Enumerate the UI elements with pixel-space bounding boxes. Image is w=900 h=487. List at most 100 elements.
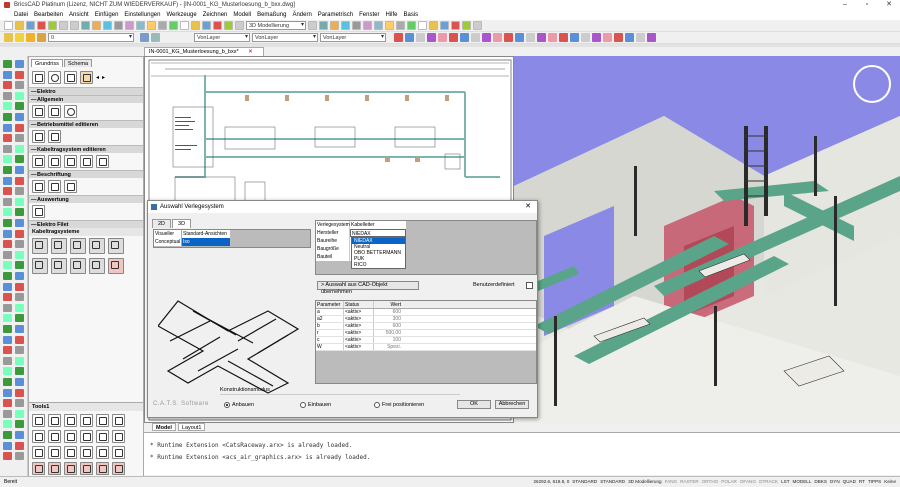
- move-device-icon[interactable]: [48, 130, 61, 143]
- toolbar-tool-icon[interactable]: [103, 21, 112, 30]
- toolbar-tool-icon[interactable]: [224, 21, 233, 30]
- section-beschriftung[interactable]: Beschriftung: [29, 170, 143, 179]
- a-icon[interactable]: [64, 70, 77, 84]
- toolbar-tool-icon[interactable]: [308, 21, 317, 30]
- snap-tool-icon[interactable]: [493, 33, 502, 42]
- toolbar-tool-icon[interactable]: [4, 21, 13, 30]
- draw-tool-icon[interactable]: [15, 208, 24, 217]
- status-item[interactable]: DYN: [830, 477, 840, 487]
- draw-tool-icon[interactable]: [3, 282, 12, 291]
- command-line[interactable]: * Runtime Extension <CatsRaceway.arx> is…: [144, 432, 900, 475]
- draw-tool-icon[interactable]: [3, 409, 12, 418]
- tab-layout1[interactable]: Layout1: [177, 423, 206, 431]
- tool1-icon[interactable]: [32, 462, 45, 475]
- snap-tool-icon[interactable]: [427, 33, 436, 42]
- pick-from-cad-button[interactable]: > Auswahl aus CAD-Objekt übernehmen: [317, 281, 419, 295]
- tool1-icon[interactable]: [96, 446, 109, 459]
- snap-tool-icon[interactable]: [504, 33, 513, 42]
- status-item[interactable]: MODELL: [793, 477, 812, 487]
- draw-tool-icon[interactable]: [3, 240, 12, 249]
- snap-tool-icon[interactable]: [416, 33, 425, 42]
- draw-tool-icon[interactable]: [15, 229, 24, 238]
- snap-tool-icon[interactable]: [592, 33, 601, 42]
- toolbar-tool-icon[interactable]: [37, 21, 46, 30]
- draw-tool-icon[interactable]: [3, 102, 12, 111]
- draw-tool-icon[interactable]: [3, 208, 12, 217]
- draw-tool-icon[interactable]: [3, 420, 12, 429]
- edit-icon[interactable]: [80, 70, 93, 84]
- snap-tool-icon[interactable]: [405, 33, 414, 42]
- layer-state-icon[interactable]: [151, 33, 160, 42]
- chevron-right-icon[interactable]: ▸: [102, 74, 105, 81]
- snap-tool-icon[interactable]: [438, 33, 447, 42]
- close-icon[interactable]: ✕: [248, 49, 253, 55]
- snap-tool-icon[interactable]: [537, 33, 546, 42]
- tab-model[interactable]: Model: [152, 423, 176, 431]
- param-value[interactable]: Spezi.: [374, 344, 402, 350]
- draw-tool-icon[interactable]: [3, 166, 12, 174]
- group-elektro[interactable]: Elektro: [29, 87, 143, 96]
- lock-icon[interactable]: [37, 33, 46, 42]
- draw-tool-icon[interactable]: [15, 166, 24, 174]
- menu-hilfe[interactable]: Hilfe: [385, 12, 397, 18]
- section-betriebsmittel[interactable]: Betriebsmittel editieren: [29, 120, 143, 129]
- status-item[interactable]: STANDARD: [600, 477, 625, 487]
- tool1-icon[interactable]: [48, 446, 61, 459]
- draw-tool-icon[interactable]: [15, 367, 24, 376]
- hersteller-select[interactable]: NIEDAX: [350, 229, 406, 237]
- draw-tool-icon[interactable]: [15, 134, 24, 143]
- tool1-icon[interactable]: [112, 462, 125, 475]
- draw-tool-icon[interactable]: [15, 176, 24, 185]
- snap-tool-icon[interactable]: [482, 33, 491, 42]
- toolbar-tool-icon[interactable]: [81, 21, 90, 30]
- draw-tool-icon[interactable]: [3, 113, 12, 121]
- workspace-dropdown[interactable]: 3D Modellierung: [246, 21, 306, 30]
- draw-tool-icon[interactable]: [15, 335, 24, 344]
- param-value[interactable]: 100: [374, 337, 402, 343]
- tray-support-icon[interactable]: [108, 258, 124, 274]
- draw-tool-icon[interactable]: [3, 272, 12, 280]
- tray-angle-icon[interactable]: [89, 258, 105, 274]
- radio-einbauen[interactable]: Einbauen: [300, 402, 331, 408]
- draw-tool-icon[interactable]: [15, 70, 24, 79]
- section-kabeltragsystem[interactable]: Kabeltragsystem editieren: [29, 145, 143, 154]
- snap-tool-icon[interactable]: [515, 33, 524, 42]
- menu-ansicht[interactable]: Ansicht: [69, 12, 89, 18]
- toolbar-tool-icon[interactable]: [319, 21, 328, 30]
- snap-tool-icon[interactable]: [636, 33, 645, 42]
- draw-tool-icon[interactable]: [15, 91, 24, 100]
- toolbar-tool-icon[interactable]: [70, 21, 79, 30]
- section-auswertung[interactable]: Auswertung: [29, 195, 143, 204]
- snap-tool-icon[interactable]: [471, 33, 480, 42]
- draw-tool-icon[interactable]: [3, 367, 12, 376]
- tool1-icon[interactable]: [80, 430, 93, 443]
- tray-straight-icon[interactable]: [32, 238, 48, 254]
- menu-einstellungen[interactable]: Einstellungen: [124, 12, 160, 18]
- model-viewport-3d[interactable]: [514, 56, 900, 423]
- dialog-close-icon[interactable]: ✕: [525, 201, 531, 213]
- tool1-icon[interactable]: [80, 446, 93, 459]
- tab-2d[interactable]: 2D: [152, 219, 172, 228]
- visual-style-value[interactable]: Standard-Ansichten: [182, 230, 230, 238]
- label-edit-icon[interactable]: [48, 180, 61, 193]
- draw-tool-icon[interactable]: [15, 113, 24, 121]
- draw-tool-icon[interactable]: [15, 102, 24, 111]
- hersteller-option[interactable]: RICO: [352, 262, 405, 268]
- status-item[interactable]: Keine: [884, 477, 896, 487]
- toolbar-tool-icon[interactable]: [48, 21, 57, 30]
- tool1-icon[interactable]: [96, 462, 109, 475]
- linetype-dropdown[interactable]: VonLayer: [252, 33, 318, 42]
- draw-tool-icon[interactable]: [3, 91, 12, 100]
- tool1-icon[interactable]: [48, 414, 61, 427]
- toolbar-tool-icon[interactable]: [385, 21, 394, 30]
- menu-bearbeiten[interactable]: Bearbeiten: [34, 12, 63, 18]
- menu-ändern[interactable]: Ändern: [292, 12, 311, 18]
- draw-tool-icon[interactable]: [15, 282, 24, 291]
- snap-tool-icon[interactable]: [581, 33, 590, 42]
- toolbar-tool-icon[interactable]: [235, 21, 244, 30]
- draw-tool-icon[interactable]: [3, 134, 12, 143]
- toolbar-tool-icon[interactable]: [363, 21, 372, 30]
- status-item[interactable]: ORTHO: [702, 477, 719, 487]
- status-item[interactable]: RT: [859, 477, 865, 487]
- param-value[interactable]: 300: [374, 316, 402, 322]
